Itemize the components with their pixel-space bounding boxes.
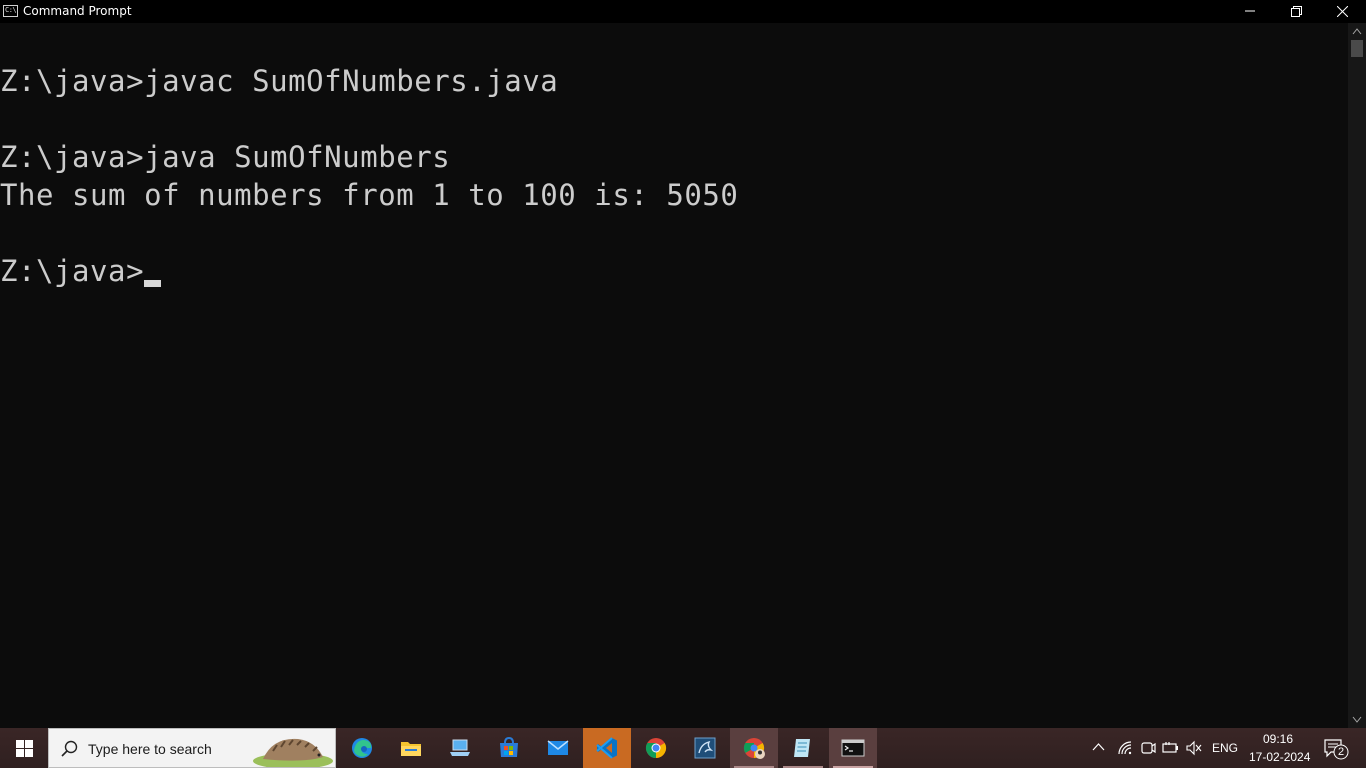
vertical-scrollbar[interactable] xyxy=(1348,23,1366,728)
vscode-icon xyxy=(596,737,617,759)
taskbar-mail[interactable] xyxy=(534,728,582,768)
clock-date[interactable]: 17-02-2024 xyxy=(1249,750,1310,764)
taskbar-vscode[interactable] xyxy=(583,728,631,768)
taskbar-file-explorer[interactable] xyxy=(387,728,435,768)
scroll-thumb[interactable] xyxy=(1351,40,1363,57)
title-bar[interactable]: C:\ Command Prompt xyxy=(0,0,1366,23)
minimize-icon xyxy=(1245,10,1255,12)
taskbar-laptop-app[interactable] xyxy=(436,728,484,768)
chevron-up-icon xyxy=(1352,28,1362,35)
close-button[interactable] xyxy=(1319,0,1365,23)
console-line: Z:\java>java SumOfNumbers xyxy=(0,140,451,174)
console-line: Z:\java>javac SumOfNumbers.java xyxy=(0,64,559,98)
chrome-profile-icon xyxy=(743,738,765,759)
cmd-icon xyxy=(841,739,865,757)
taskbar-chrome-profile[interactable] xyxy=(730,728,778,768)
taskbar: Type here to search ENG 09:16 17-02-2024… xyxy=(0,728,1366,768)
taskbar-command-prompt[interactable] xyxy=(829,728,877,768)
window-title: Command Prompt xyxy=(23,4,132,18)
text-cursor xyxy=(144,280,161,287)
taskbar-notepad[interactable] xyxy=(779,728,827,768)
taskbar-mysql-workbench[interactable] xyxy=(681,728,729,768)
cmd-app-icon[interactable]: C:\ xyxy=(3,5,18,17)
notification-count: 2 xyxy=(1338,746,1345,758)
edge-icon xyxy=(352,738,372,758)
notepad-icon xyxy=(794,739,810,757)
chevron-down-icon xyxy=(1352,716,1362,723)
taskbar-chrome[interactable] xyxy=(632,728,680,768)
restore-icon xyxy=(1291,6,1302,17)
windows-logo-icon xyxy=(16,740,33,757)
mail-icon xyxy=(547,740,569,755)
search-placeholder: Type here to search xyxy=(88,741,212,757)
console-prompt: Z:\java> xyxy=(0,254,145,288)
battery-plug-icon[interactable] xyxy=(1162,740,1180,756)
close-icon xyxy=(1337,6,1348,17)
folder-icon xyxy=(401,742,421,756)
meet-now-icon[interactable] xyxy=(1140,740,1156,756)
minimize-button[interactable] xyxy=(1227,0,1273,23)
scroll-up-button[interactable] xyxy=(1348,23,1366,40)
dolphin-icon xyxy=(694,737,716,759)
start-button[interactable] xyxy=(0,728,48,768)
language-indicator[interactable]: ENG xyxy=(1212,741,1238,755)
taskbar-edge[interactable] xyxy=(338,728,386,768)
notification-icon[interactable] xyxy=(1323,738,1349,760)
store-icon xyxy=(500,736,518,757)
clock-time[interactable]: 09:16 xyxy=(1263,732,1293,746)
taskbar-store[interactable] xyxy=(485,728,533,768)
scroll-down-button[interactable] xyxy=(1348,711,1366,728)
chrome-icon xyxy=(645,738,667,759)
wifi-icon[interactable] xyxy=(1117,740,1133,756)
pangolin-search-highlight-icon xyxy=(253,738,333,767)
console-line: The sum of numbers from 1 to 100 is: 505… xyxy=(0,178,739,212)
console-output[interactable]: Z:\java>javac SumOfNumbers.java Z:\java>… xyxy=(0,23,1348,728)
laptop-icon xyxy=(450,739,470,756)
restore-button[interactable] xyxy=(1273,0,1319,23)
taskbar-search-box[interactable]: Type here to search xyxy=(48,728,336,768)
chevron-up-icon[interactable] xyxy=(1092,742,1105,752)
volume-muted-icon[interactable] xyxy=(1186,740,1202,756)
search-icon xyxy=(61,740,78,757)
